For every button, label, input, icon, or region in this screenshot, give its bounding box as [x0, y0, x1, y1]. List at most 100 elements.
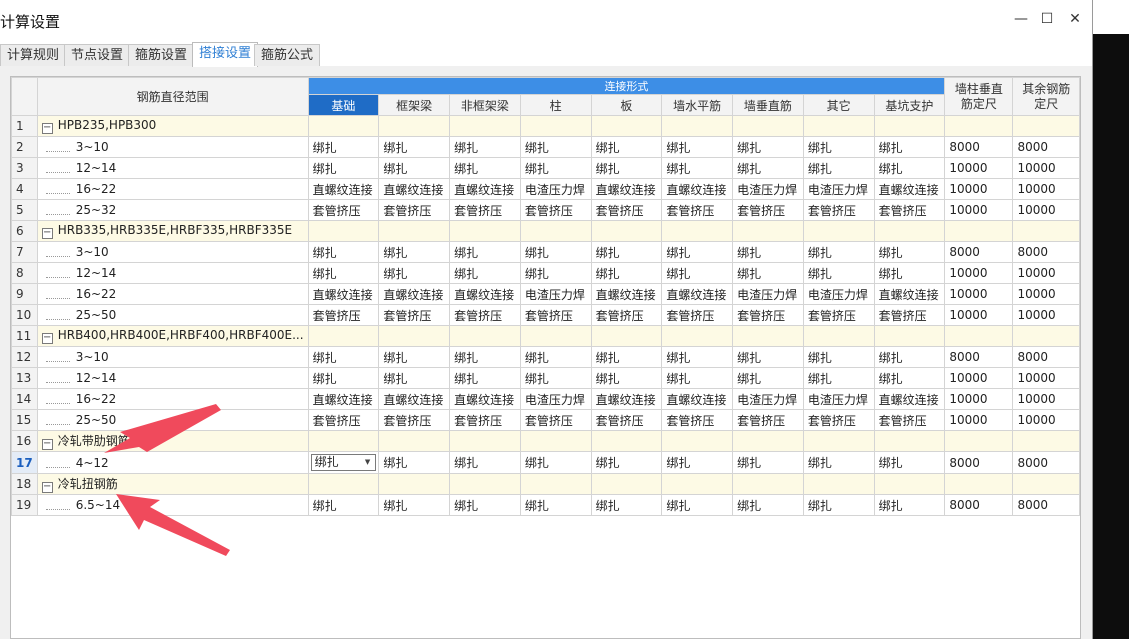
cell-wall-length[interactable]: 10000 [944, 283, 1014, 305]
cell-column[interactable]: 绑扎 [519, 367, 592, 389]
table-row[interactable]: 3 12~14 绑扎 绑扎 绑扎 绑扎 绑扎 绑扎 绑扎 绑扎 绑扎 10000 10000 [11, 157, 1080, 179]
tab-stirrup-settings[interactable]: 箍筋设置 [128, 44, 195, 66]
cell-other-length[interactable] [1012, 325, 1080, 347]
cell-other[interactable] [802, 115, 875, 137]
cell-foundation[interactable]: 套管挤压 [307, 199, 380, 221]
group-name-cell[interactable]: − HRB400,HRB400E,HRBF400,HRBF400E... [36, 325, 309, 347]
row-number[interactable]: 15 [11, 409, 38, 431]
cell-foundation[interactable]: 绑扎 ▼ [307, 451, 380, 474]
cell-other-length[interactable]: 10000 [1012, 367, 1080, 389]
cell-wall-vertical[interactable]: 绑扎 [732, 157, 804, 179]
range-cell[interactable]: 3~10 [36, 346, 309, 368]
tab-node-settings[interactable]: 节点设置 [64, 44, 131, 66]
chevron-down-icon[interactable]: ▼ [365, 455, 370, 470]
cell-column[interactable]: 绑扎 [519, 157, 592, 179]
cell-wall-length[interactable] [944, 325, 1014, 347]
cell-nonframe-beam[interactable]: 套管挤压 [449, 199, 521, 221]
collapse-icon[interactable]: − [41, 228, 53, 239]
row-number[interactable]: 19 [11, 494, 38, 516]
cell-slab[interactable]: 套管挤压 [590, 304, 663, 326]
cell-frame-beam[interactable]: 套管挤压 [378, 304, 451, 326]
range-cell[interactable]: 16~22 [36, 388, 309, 410]
cell-pit-support[interactable]: 直螺纹连接 [873, 283, 946, 305]
cell-slab[interactable]: 绑扎 [590, 346, 663, 368]
cell-nonframe-beam[interactable]: 套管挤压 [449, 304, 521, 326]
cell-foundation[interactable]: 绑扎 [307, 367, 380, 389]
cell-pit-support[interactable]: 套管挤压 [873, 409, 946, 431]
cell-slab[interactable]: 套管挤压 [590, 409, 663, 431]
table-row[interactable]: 10 25~50 套管挤压 套管挤压 套管挤压 套管挤压 套管挤压 套管挤压 套管挤压 套管挤压套… [11, 304, 1080, 326]
cell-other-length[interactable]: 8000 [1012, 451, 1080, 474]
cell-other[interactable] [802, 220, 875, 242]
close-icon[interactable]: ✕ [1066, 10, 1084, 28]
cell-foundation[interactable]: 绑扎 [307, 262, 380, 284]
cell-pit-support[interactable]: 套管挤压 [873, 304, 946, 326]
cell-pit-support[interactable] [873, 220, 946, 242]
group-row[interactable]: 11− HRB400,HRB400E,HRBF400,HRBF400E... [11, 325, 1080, 347]
cell-slab[interactable] [590, 220, 663, 242]
cell-column[interactable]: 绑扎 [519, 451, 592, 474]
cell-column[interactable]: 套管挤压 [519, 199, 592, 221]
cell-other-length[interactable]: 8000 [1012, 346, 1080, 368]
cell-other-length[interactable]: 10000 [1012, 388, 1080, 410]
cell-nonframe-beam[interactable]: 绑扎 [449, 136, 521, 158]
cell-column[interactable]: 绑扎 [519, 346, 592, 368]
row-number[interactable]: 6 [11, 220, 38, 242]
cell-nonframe-beam[interactable] [449, 473, 521, 495]
cell-pit-support[interactable]: 绑扎 [873, 346, 946, 368]
cell-wall-vertical[interactable]: 电渣压力焊 [732, 283, 804, 305]
cell-wall-length[interactable]: 8000 [944, 494, 1014, 516]
cell-wall-horizontal[interactable]: 绑扎 [661, 136, 734, 158]
cell-slab[interactable]: 直螺纹连接 [590, 388, 663, 410]
cell-foundation[interactable] [307, 473, 380, 495]
cell-foundation[interactable]: 套管挤压 [307, 304, 380, 326]
cell-pit-support[interactable]: 绑扎 [873, 367, 946, 389]
range-cell[interactable]: 3~10 [36, 241, 309, 263]
table-row[interactable]: 15 25~50 套管挤压 套管挤压 套管挤压 套管挤压 套管挤压 套管挤压 套管挤压 套管挤压套… [11, 409, 1080, 431]
cell-nonframe-beam[interactable]: 直螺纹连接 [449, 388, 521, 410]
cell-frame-beam[interactable] [378, 115, 451, 137]
cell-foundation[interactable] [307, 220, 380, 242]
range-cell[interactable]: 3~10 [36, 136, 309, 158]
cell-column[interactable]: 绑扎 [519, 494, 592, 516]
group-name-cell[interactable]: − 冷轧带肋钢筋 [36, 430, 309, 452]
cell-pit-support[interactable]: 绑扎 [873, 157, 946, 179]
cell-slab[interactable]: 绑扎 [590, 451, 663, 474]
cell-other[interactable] [802, 473, 875, 495]
cell-frame-beam[interactable]: 绑扎 [378, 367, 451, 389]
tab-lap-settings[interactable]: 搭接设置 [192, 42, 259, 67]
cell-foundation[interactable]: 绑扎 [307, 157, 380, 179]
cell-column[interactable]: 电渣压力焊 [519, 178, 592, 200]
cell-wall-length[interactable]: 10000 [944, 304, 1014, 326]
group-row[interactable]: 1− HPB235,HPB300 [11, 115, 1080, 137]
cell-column[interactable]: 套管挤压 [519, 409, 592, 431]
col-header-pit-support[interactable]: 基坑支护 [873, 94, 946, 116]
cell-foundation[interactable]: 绑扎 [307, 136, 380, 158]
cell-frame-beam[interactable] [378, 220, 451, 242]
cell-other-length[interactable]: 8000 [1012, 136, 1080, 158]
cell-frame-beam[interactable]: 直螺纹连接 [378, 178, 451, 200]
cell-column[interactable] [519, 220, 592, 242]
col-header-wall-vertical[interactable]: 墙垂直筋 [732, 94, 804, 116]
cell-foundation[interactable]: 绑扎 [307, 494, 380, 516]
cell-pit-support[interactable]: 套管挤压 [873, 199, 946, 221]
tab-calc-rules[interactable]: 计算规则 [0, 44, 67, 66]
cell-column[interactable]: 绑扎 [519, 262, 592, 284]
cell-wall-vertical[interactable]: 绑扎 [732, 346, 804, 368]
cell-frame-beam[interactable]: 绑扎 [378, 346, 451, 368]
cell-wall-vertical[interactable]: 绑扎 [732, 494, 804, 516]
row-number[interactable]: 11 [11, 325, 38, 347]
cell-frame-beam[interactable]: 绑扎 [378, 494, 451, 516]
range-cell[interactable]: 25~50 [36, 304, 309, 326]
cell-column[interactable]: 套管挤压 [519, 304, 592, 326]
cell-other-length[interactable]: 10000 [1012, 262, 1080, 284]
cell-slab[interactable]: 绑扎 [590, 262, 663, 284]
cell-slab[interactable]: 直螺纹连接 [590, 283, 663, 305]
cell-wall-vertical[interactable] [732, 430, 804, 452]
cell-wall-vertical[interactable]: 绑扎 [732, 367, 804, 389]
cell-other[interactable]: 电渣压力焊 [802, 388, 875, 410]
cell-pit-support[interactable]: 直螺纹连接 [873, 388, 946, 410]
cell-wall-length[interactable]: 10000 [944, 388, 1014, 410]
cell-other-length[interactable]: 10000 [1012, 157, 1080, 179]
cell-wall-horizontal[interactable]: 绑扎 [661, 262, 734, 284]
